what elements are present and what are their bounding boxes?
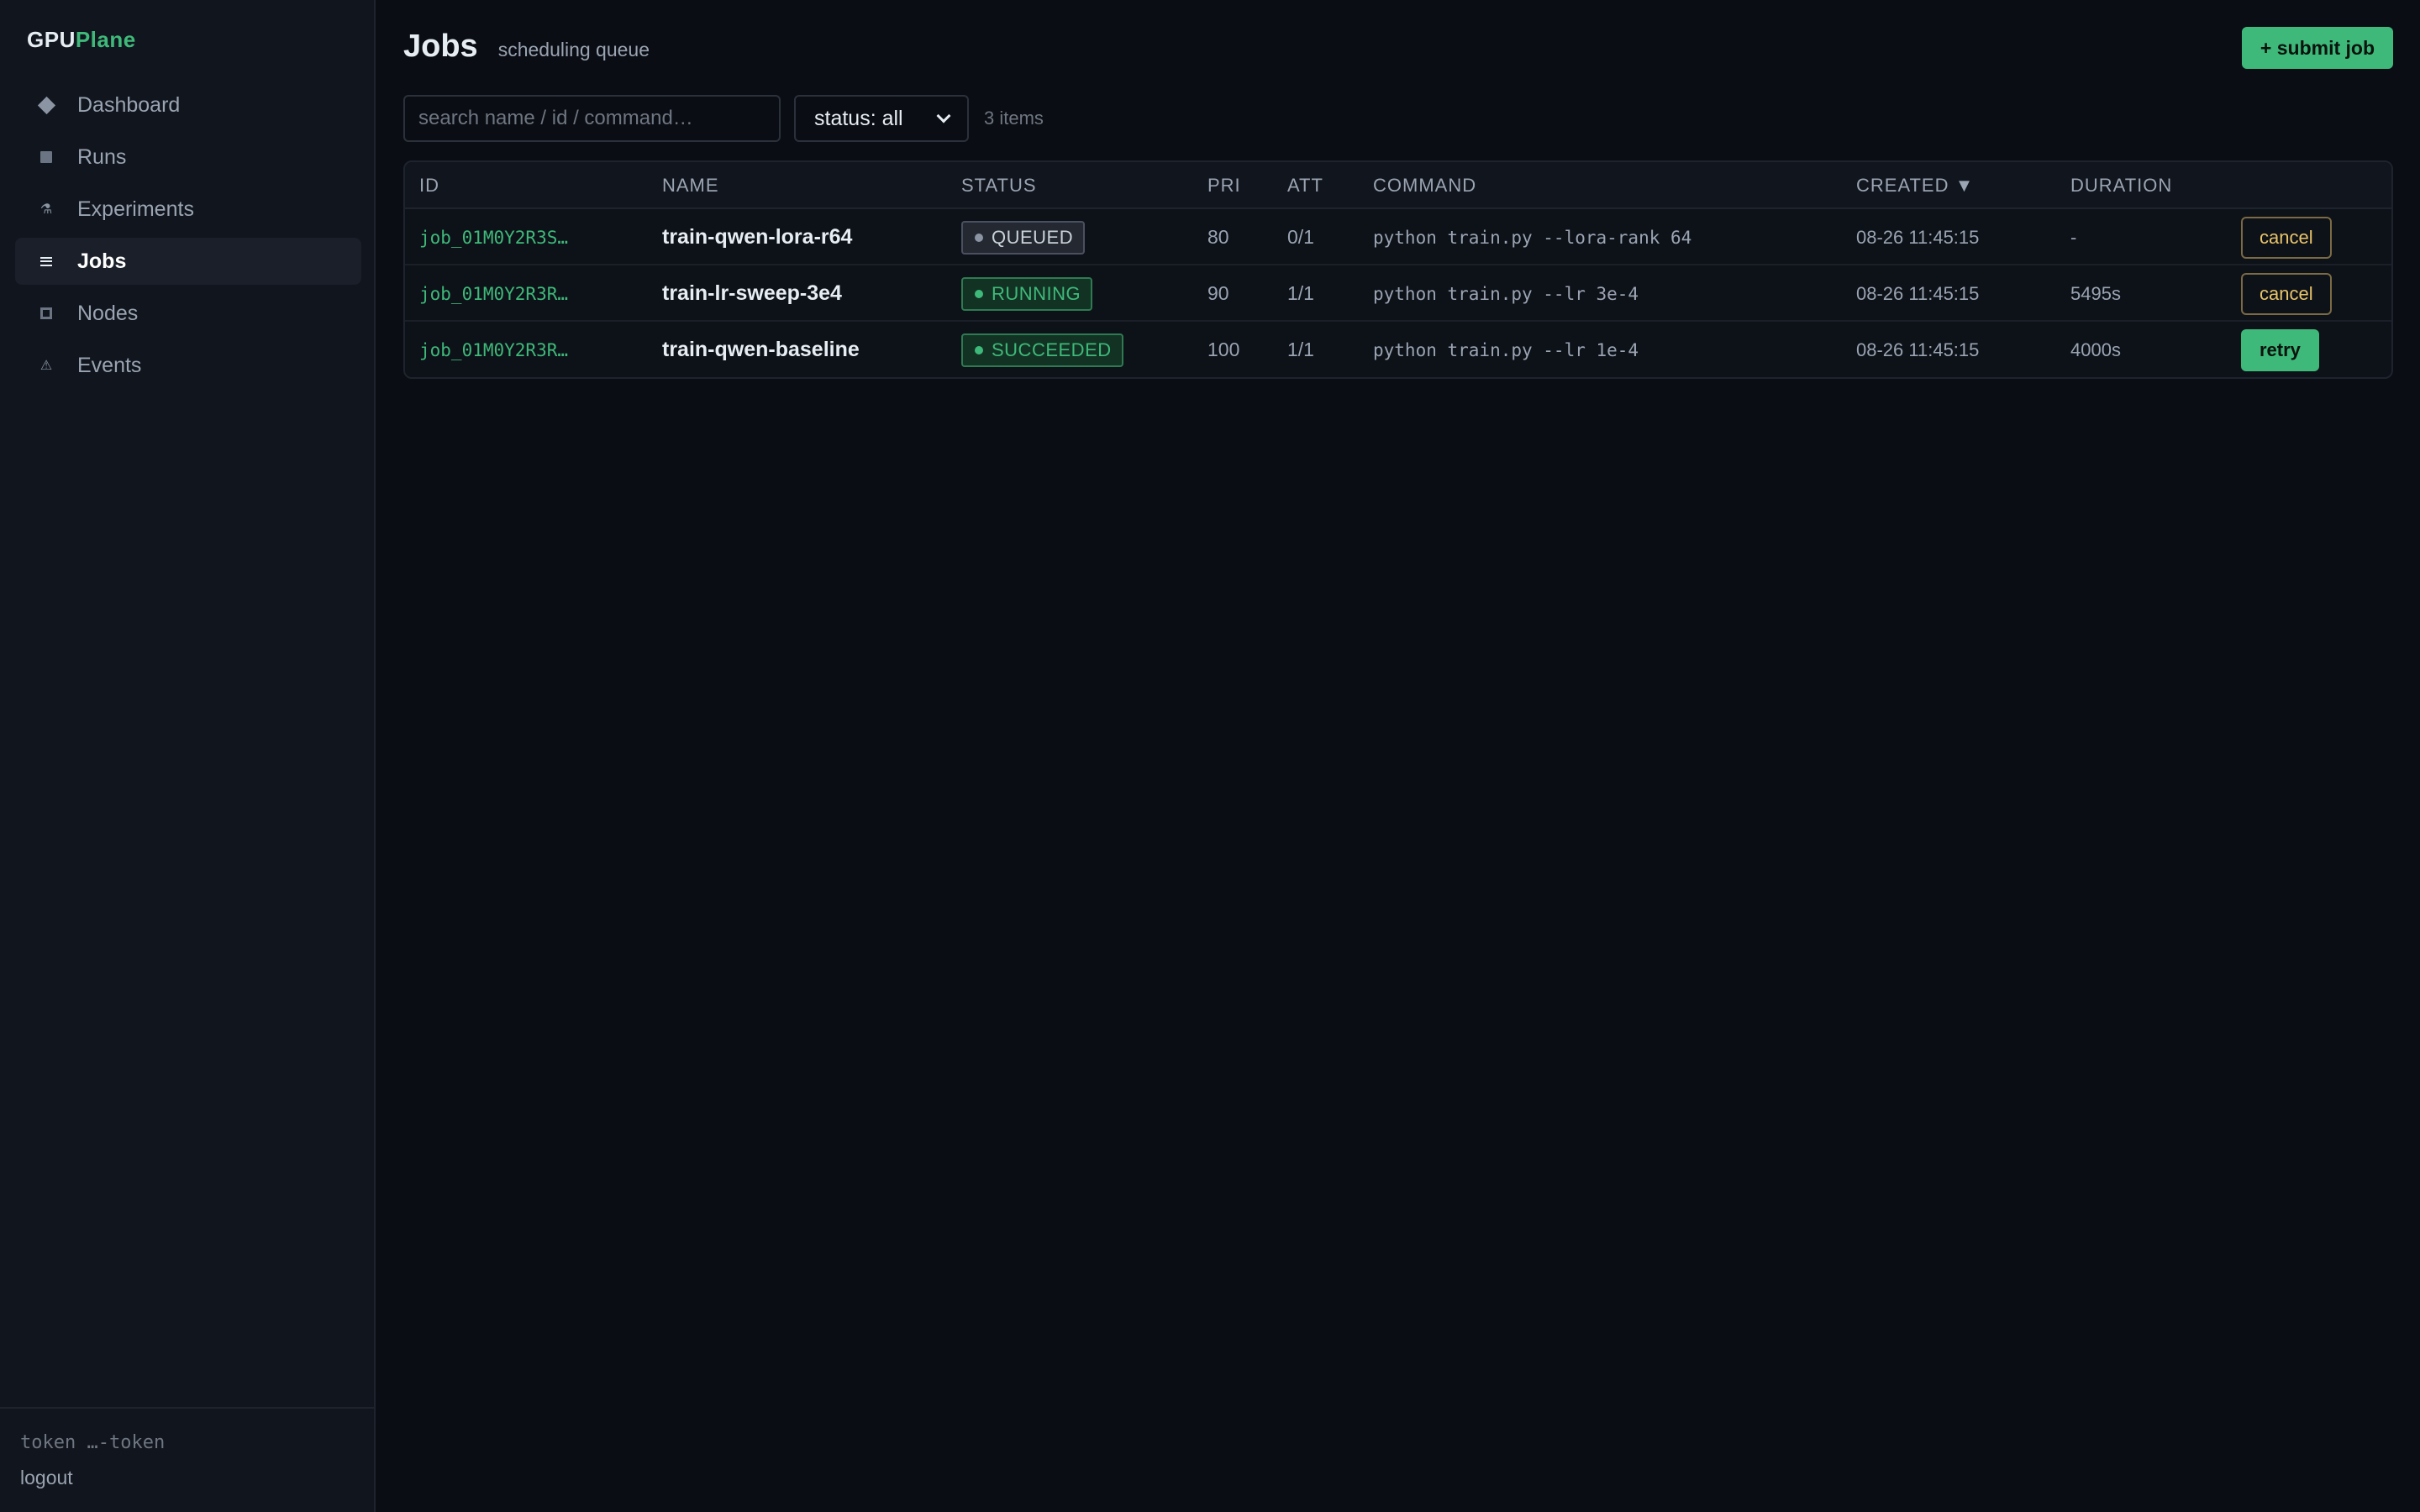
sidebar-item-label: Dashboard [77, 92, 181, 117]
job-duration: 5495s [2070, 282, 2121, 304]
status-filter-value: status: all [814, 106, 903, 130]
cancel-button[interactable]: cancel [2241, 216, 2332, 259]
status-badge: RUNNING [961, 276, 1093, 311]
brand-logo[interactable]: GPUPlane [27, 27, 136, 53]
sidebar-item-label: Runs [77, 144, 127, 169]
job-priority: 80 [1207, 226, 1229, 248]
job-created: 08-26 11:45:15 [1856, 282, 1980, 304]
page-header: Jobs scheduling queue [403, 29, 650, 65]
sidebar-item-nodes[interactable]: Nodes [15, 290, 361, 337]
main-content: Jobs scheduling queue + submit job statu… [376, 0, 2420, 1512]
diamond-icon [37, 96, 55, 114]
brand-part-2: Plane [75, 27, 136, 52]
job-priority: 90 [1207, 282, 1229, 304]
column-header-id[interactable]: ID [419, 162, 439, 209]
job-id[interactable]: job_01M0Y2R3R… [419, 322, 568, 377]
job-created: 08-26 11:45:15 [1856, 226, 1980, 248]
sidebar-item-label: Jobs [77, 249, 127, 273]
job-command: python train.py --lr 3e-4 [1373, 283, 1639, 304]
column-header-command[interactable]: COMMAND [1373, 162, 1476, 209]
status-label: QUEUED [992, 226, 1074, 248]
list-icon [37, 252, 55, 270]
sidebar-footer: token …-token logout [0, 1407, 374, 1512]
job-duration: - [2070, 226, 2077, 248]
action-cell: retry [2241, 322, 2319, 377]
column-header-created[interactable]: CREATED ▼ [1856, 162, 1974, 209]
chevron-down-icon [936, 108, 951, 123]
column-header-duration[interactable]: DURATION [2070, 162, 2172, 209]
status-dot-icon [975, 233, 983, 242]
sidebar-nav: Dashboard Runs ⚗ Experiments Jobs Nodes … [15, 81, 361, 394]
job-command: python train.py --lora-rank 64 [1373, 227, 1692, 248]
table-row[interactable]: job_01M0Y2R3S… train-qwen-lora-r64 QUEUE… [405, 209, 2391, 265]
job-id[interactable]: job_01M0Y2R3R… [419, 265, 568, 322]
page-title: Jobs [403, 29, 478, 64]
cancel-button[interactable]: cancel [2241, 272, 2332, 315]
retry-button[interactable]: retry [2241, 328, 2319, 371]
sidebar-item-runs[interactable]: Runs [15, 134, 361, 181]
action-cell: cancel [2241, 209, 2332, 265]
table-row[interactable]: job_01M0Y2R3R… train-qwen-baseline SUCCE… [405, 322, 2391, 377]
page-subtitle: scheduling queue [497, 39, 650, 60]
job-attempts: 0/1 [1287, 226, 1314, 248]
square-icon [37, 148, 55, 166]
job-duration: 4000s [2070, 339, 2121, 360]
status-cell: QUEUED [961, 209, 1086, 265]
column-header-pri[interactable]: PRI [1207, 162, 1241, 209]
sidebar-item-label: Nodes [77, 301, 139, 325]
job-name: train-lr-sweep-3e4 [662, 281, 842, 305]
sidebar-item-jobs[interactable]: Jobs [15, 238, 361, 285]
status-dot-icon [975, 289, 983, 298]
item-count: 3 items [984, 108, 1044, 129]
column-header-att[interactable]: ATT [1287, 162, 1323, 209]
status-badge: QUEUED [961, 220, 1086, 255]
job-attempts: 1/1 [1287, 282, 1314, 304]
status-dot-icon [975, 345, 983, 354]
sidebar-item-dashboard[interactable]: Dashboard [15, 81, 361, 129]
jobs-table: ID NAME STATUS PRI ATT COMMAND CREATED ▼… [403, 160, 2393, 379]
warning-icon: ⚠ [39, 359, 53, 373]
status-badge: SUCCEEDED [961, 333, 1123, 367]
sidebar: GPUPlane Dashboard Runs ⚗ Experiments Jo… [0, 0, 376, 1512]
filter-toolbar: status: all 3 items [403, 95, 1044, 142]
status-label: SUCCEEDED [992, 339, 1112, 360]
token-display: token …-token [20, 1432, 166, 1453]
job-priority: 100 [1207, 339, 1240, 360]
sidebar-item-experiments[interactable]: ⚗ Experiments [15, 186, 361, 233]
job-id[interactable]: job_01M0Y2R3S… [419, 209, 568, 265]
status-label: RUNNING [992, 282, 1081, 304]
app-root: GPUPlane Dashboard Runs ⚗ Experiments Jo… [0, 0, 2420, 1512]
job-name: train-qwen-baseline [662, 338, 860, 361]
status-cell: SUCCEEDED [961, 322, 1123, 377]
brand-part-1: GPU [27, 27, 76, 52]
node-icon [37, 304, 55, 323]
search-input[interactable] [403, 95, 781, 142]
action-cell: cancel [2241, 265, 2332, 322]
sidebar-item-events[interactable]: ⚠ Events [15, 342, 361, 389]
job-name: train-qwen-lora-r64 [662, 225, 853, 249]
table-row[interactable]: job_01M0Y2R3R… train-lr-sweep-3e4 RUNNIN… [405, 265, 2391, 322]
job-command: python train.py --lr 1e-4 [1373, 339, 1639, 360]
submit-job-button[interactable]: + submit job [2241, 27, 2393, 69]
column-header-name[interactable]: NAME [662, 162, 719, 209]
column-header-status[interactable]: STATUS [961, 162, 1037, 209]
logout-link[interactable]: logout [20, 1467, 354, 1489]
status-cell: RUNNING [961, 265, 1093, 322]
sidebar-item-label: Experiments [77, 197, 194, 221]
table-header: ID NAME STATUS PRI ATT COMMAND CREATED ▼… [405, 162, 2391, 209]
sidebar-item-label: Events [77, 353, 142, 377]
job-created: 08-26 11:45:15 [1856, 339, 1980, 360]
job-attempts: 1/1 [1287, 339, 1314, 360]
flask-icon: ⚗ [39, 202, 53, 217]
status-filter-select[interactable]: status: all [794, 95, 969, 142]
